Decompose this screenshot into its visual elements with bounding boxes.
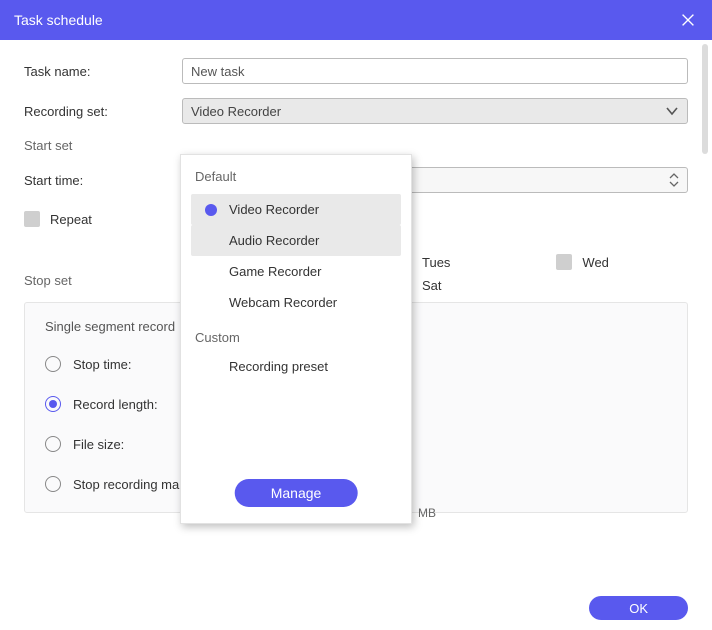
dropdown-item-game[interactable]: Game Recorder	[191, 256, 401, 287]
dropdown-item-audio-label: Audio Recorder	[229, 233, 319, 248]
start-time-label: Start time:	[24, 173, 182, 188]
dropdown-item-preset-label: Recording preset	[229, 359, 328, 374]
day-wed-group: Wed	[556, 254, 609, 270]
recording-set-row: Recording set: Video Recorder	[24, 98, 688, 124]
stop-time-label: Stop time:	[73, 357, 132, 372]
weekday-row-1: Tues Wed	[422, 254, 609, 270]
recording-set-value: Video Recorder	[191, 104, 281, 119]
file-size-label: File size:	[73, 437, 124, 452]
ok-button[interactable]: OK	[589, 596, 688, 620]
repeat-checkbox[interactable]	[24, 211, 40, 227]
day-tues-label: Tues	[422, 255, 450, 270]
recording-set-dropdown: Default Video Recorder Audio Recorder Ga…	[180, 154, 412, 524]
dropdown-item-webcam-label: Webcam Recorder	[229, 295, 337, 310]
dropdown-item-video[interactable]: Video Recorder	[191, 194, 401, 225]
dropdown-item-preset[interactable]: Recording preset	[191, 351, 401, 382]
recording-set-label: Recording set:	[24, 104, 182, 119]
record-length-label: Record length:	[73, 397, 158, 412]
recording-set-select[interactable]: Video Recorder	[182, 98, 688, 124]
dropdown-group-custom: Custom	[191, 318, 401, 351]
close-button[interactable]	[678, 10, 698, 30]
dialog-footer: OK	[589, 596, 688, 620]
day-wed-label: Wed	[582, 255, 609, 270]
start-set-label: Start set	[24, 138, 688, 153]
record-length-radio[interactable]	[45, 396, 61, 412]
spinner-icon	[669, 173, 679, 187]
selected-dot-icon	[205, 204, 217, 216]
stop-time-radio[interactable]	[45, 356, 61, 372]
file-size-unit: MB	[418, 506, 436, 520]
dropdown-group-default: Default	[191, 163, 401, 194]
repeat-label: Repeat	[50, 212, 92, 227]
task-name-input[interactable]	[182, 58, 688, 84]
manage-button[interactable]: Manage	[235, 479, 358, 507]
stop-manually-radio[interactable]	[45, 476, 61, 492]
manage-button-wrap: Manage	[235, 479, 358, 507]
dropdown-item-game-label: Game Recorder	[229, 264, 321, 279]
close-icon	[679, 11, 697, 29]
weekday-area: Tues Wed Sat	[422, 254, 609, 301]
titlebar: Task schedule	[0, 0, 712, 40]
scrollbar-thumb[interactable]	[702, 44, 708, 154]
dropdown-item-audio[interactable]: Audio Recorder	[191, 225, 401, 256]
dropdown-item-video-label: Video Recorder	[229, 202, 319, 217]
task-name-row: Task name:	[24, 58, 688, 84]
chevron-down-icon	[665, 104, 679, 118]
day-sat-label: Sat	[422, 278, 442, 293]
day-wed-checkbox[interactable]	[556, 254, 572, 270]
window-title: Task schedule	[14, 12, 103, 28]
dialog-content: Task name: Recording set: Video Recorder…	[0, 40, 712, 513]
weekday-row-2: Sat	[422, 278, 609, 293]
file-size-radio[interactable]	[45, 436, 61, 452]
dropdown-item-webcam[interactable]: Webcam Recorder	[191, 287, 401, 318]
task-name-label: Task name:	[24, 64, 182, 79]
